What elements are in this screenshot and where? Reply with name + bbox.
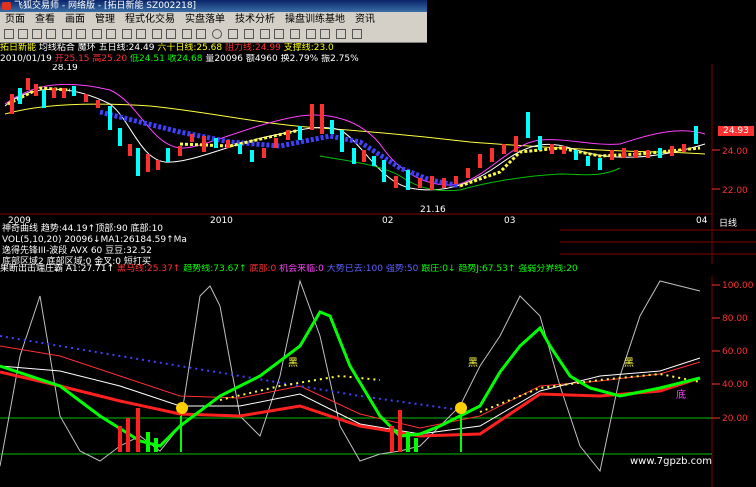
price-y-tick: 24.00 bbox=[722, 147, 748, 157]
ma60-value: 六十日线:25.68 bbox=[157, 43, 223, 53]
indicator-title: 果断出击端庄霸 bbox=[0, 264, 64, 274]
date-x-tick: 03 bbox=[504, 216, 515, 224]
info-line-magic-curve: 神奇曲线 趋势:44.19↑顶部:90 底部:10 bbox=[2, 224, 164, 234]
gann-tool-icon[interactable] bbox=[106, 29, 116, 39]
fan-tool-icon[interactable] bbox=[166, 29, 176, 39]
info-panel: 神奇曲线 趋势:44.19↑顶部:90 底部:10 VOL(5,10,20) 2… bbox=[2, 224, 207, 268]
date-x-tick: 04 bbox=[696, 216, 708, 224]
follow-value: 跟庄:0↓ bbox=[421, 264, 456, 274]
turnover-value: 换2.79% bbox=[280, 54, 319, 64]
strong-value: 强势:50 bbox=[385, 264, 419, 274]
fib-tool-icon[interactable] bbox=[92, 29, 102, 39]
window-title-bar: 飞狐交易师 - 网络版 - [拓日新能 SZ002218] bbox=[0, 0, 427, 12]
trend-gone-value: 大势已去:100 bbox=[326, 264, 383, 274]
chance-value: 机会来临:0 bbox=[279, 264, 324, 274]
window-title: 飞狐交易师 - 网络版 - [拓日新能 SZ002218] bbox=[14, 1, 197, 11]
ellipse-tool-icon[interactable] bbox=[212, 29, 222, 39]
arrow-tool-icon[interactable] bbox=[182, 29, 192, 39]
mark-tool-icon[interactable] bbox=[290, 29, 300, 39]
date-x-tick: 2009 bbox=[8, 216, 31, 224]
indicator-name: 均线粘合 魔环 bbox=[38, 43, 96, 53]
histogram bbox=[118, 408, 462, 452]
open-value: 开25.15 bbox=[54, 54, 90, 64]
menu-live-order[interactable]: 实盘落单 bbox=[180, 12, 230, 27]
wave-tool-icon[interactable] bbox=[122, 29, 132, 39]
date-value: 2010/01/19 bbox=[0, 54, 52, 64]
info-line-volume: VOL(5,10,20) 20096↓MA1:26184.59↑Ma bbox=[2, 235, 187, 245]
trend-value: 趋势线:73.67↑ bbox=[183, 264, 247, 274]
volume-value: 量20096 bbox=[205, 54, 243, 64]
price-header: 拓日新能 均线粘合 魔环 五日线:24.49 六十日线:25.68 阻力线:24… bbox=[0, 43, 427, 54]
a1-value: A1:27.71↑ bbox=[65, 264, 115, 274]
heima-label: 黑 bbox=[468, 357, 478, 369]
up-arrow-tool-icon[interactable] bbox=[260, 29, 270, 39]
channel-tool-icon[interactable] bbox=[62, 29, 72, 39]
high-value: 高25.20 bbox=[92, 54, 128, 64]
hide-tool-icon[interactable] bbox=[320, 29, 330, 39]
indicator-y-tick: 40.00 bbox=[722, 380, 748, 390]
color-tool-icon[interactable] bbox=[352, 29, 362, 39]
rect-tool-icon[interactable] bbox=[196, 29, 206, 39]
down-arrow-tool-icon[interactable] bbox=[274, 29, 284, 39]
menu-screen[interactable]: 画面 bbox=[60, 12, 90, 27]
triangle-tool-icon[interactable] bbox=[228, 29, 238, 39]
divide-line-value: 强弱分界线:20 bbox=[518, 264, 578, 274]
resistance-value: 阻力线:24.99 bbox=[225, 43, 281, 53]
heima-label: 黑 bbox=[624, 357, 634, 369]
stock-name: 拓日新能 bbox=[0, 43, 37, 53]
menu-manage[interactable]: 管理 bbox=[90, 12, 120, 27]
candles bbox=[10, 78, 698, 190]
support-value: 支撑线:23.0 bbox=[283, 43, 334, 53]
cycle-tool-icon[interactable] bbox=[136, 29, 146, 39]
smiley-buy-icon bbox=[176, 402, 188, 414]
parallel-tool-icon[interactable] bbox=[76, 29, 86, 39]
current-price-tag: 24.93 bbox=[718, 126, 754, 136]
toolbar bbox=[0, 27, 427, 43]
menu-news[interactable]: 资讯 bbox=[350, 12, 380, 27]
trend-j-value: 趋势J:67.53↑ bbox=[458, 264, 516, 274]
text-tool-icon[interactable] bbox=[244, 29, 254, 39]
date-x-tick: 02 bbox=[382, 216, 393, 224]
line-tool-icon[interactable] bbox=[32, 29, 42, 39]
bottom-label: 底 bbox=[676, 388, 686, 401]
cursor-tool-icon[interactable] bbox=[4, 29, 14, 39]
info-line-wave: 逸得先锋III-波段 AVX 60 豆豆:32.52 bbox=[2, 246, 152, 256]
heima-value: 黑马线:25.37↑ bbox=[117, 264, 181, 274]
heima-label: 黑 bbox=[288, 357, 298, 369]
crosshair-tool-icon[interactable] bbox=[18, 29, 28, 39]
bottom-value: 底部:0 bbox=[249, 264, 277, 274]
indicator-header: 果断出击端庄霸 A1:27.71↑ 黑马线:25.37↑ 趋势线:73.67↑ … bbox=[0, 264, 712, 275]
info-grid bbox=[560, 224, 756, 264]
menu-training[interactable]: 操盘训练基地 bbox=[280, 12, 350, 27]
amplitude-value: 振2.75% bbox=[321, 54, 359, 64]
low-marker-label: 21.16 bbox=[420, 205, 446, 215]
menu-program-trade[interactable]: 程式化交易 bbox=[120, 12, 180, 27]
indicator-y-tick: 100.00 bbox=[722, 281, 754, 291]
watermark: www.7gpzb.com bbox=[630, 456, 712, 467]
indicator-y-tick: 60.00 bbox=[722, 347, 748, 357]
low-value: 低24.51 bbox=[130, 54, 165, 64]
price-y-tick: 22.00 bbox=[722, 186, 748, 196]
app-logo-icon bbox=[2, 2, 11, 10]
menu-tech-analysis[interactable]: 技术分析 bbox=[230, 12, 280, 27]
lock-tool-icon[interactable] bbox=[336, 29, 346, 39]
date-x-tick: 2010 bbox=[210, 216, 233, 224]
ray-tool-icon[interactable] bbox=[46, 29, 56, 39]
indicator-y-tick: 80.00 bbox=[722, 314, 748, 324]
high-marker-label: 28.19 bbox=[52, 64, 78, 73]
menu-bar: 页面 查看 画面 管理 程式化交易 实盘落单 技术分析 操盘训练基地 资讯 bbox=[0, 12, 427, 27]
smiley-buy-icon bbox=[455, 402, 467, 414]
arc-tool-icon[interactable] bbox=[152, 29, 162, 39]
indicator-y-tick: 20.00 bbox=[722, 414, 748, 424]
ma5-value: 五日线:24.49 bbox=[98, 43, 155, 53]
price-chart[interactable]: 28.19 21.16 24.00 22.00 2009 2010 02 03 … bbox=[0, 64, 756, 224]
close-value: 收24.68 bbox=[167, 54, 203, 64]
menu-page[interactable]: 页面 bbox=[0, 12, 30, 27]
delete-tool-icon[interactable] bbox=[306, 29, 316, 39]
menu-view[interactable]: 查看 bbox=[30, 12, 60, 27]
ohlc-header: 2010/01/19 开25.15 高25.20 低24.51 收24.68 量… bbox=[0, 54, 430, 64]
amount-value: 额4960 bbox=[245, 54, 278, 64]
